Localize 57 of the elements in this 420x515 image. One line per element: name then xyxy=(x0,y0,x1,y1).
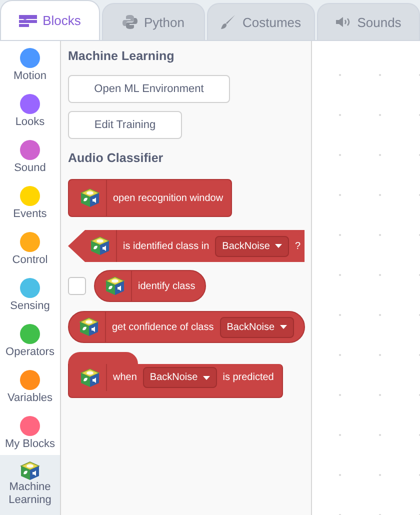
section-heading: Machine Learning xyxy=(68,49,174,63)
category-item[interactable]: Machine Learning xyxy=(0,455,60,515)
reporter-block[interactable]: identify class xyxy=(94,270,206,302)
extension-icon xyxy=(90,236,110,256)
class-dropdown[interactable]: BackNoise xyxy=(220,316,294,338)
category-label: Motion xyxy=(13,70,47,83)
block-label: when xyxy=(113,372,137,383)
extension-icon xyxy=(20,461,40,481)
block-label: get confidence of class xyxy=(112,322,214,332)
block-label: identify class xyxy=(138,280,196,292)
category-item[interactable]: Sound xyxy=(0,133,60,179)
extension-icon xyxy=(80,188,100,208)
python-icon xyxy=(122,14,138,30)
palette-button[interactable]: Open ML Environment xyxy=(68,75,230,103)
category-label: Events xyxy=(13,208,47,221)
category-label: Sensing xyxy=(10,300,50,313)
extension-icon xyxy=(80,368,100,388)
extension-icon xyxy=(79,317,99,337)
checkbox[interactable] xyxy=(68,277,86,295)
block-label: is predicted xyxy=(222,372,274,383)
category-item[interactable]: Motion xyxy=(0,41,60,87)
category-item[interactable]: Sensing xyxy=(0,271,60,317)
speaker-icon xyxy=(335,16,352,28)
reporter-block[interactable]: get confidence of class BackNoise xyxy=(68,311,305,343)
blocks-icon xyxy=(18,14,37,26)
editor-tab[interactable]: Costumes xyxy=(207,3,314,40)
editor-tab[interactable]: Blocks xyxy=(0,0,100,40)
block-label: ? xyxy=(294,240,301,252)
category-label: Looks xyxy=(15,116,45,129)
command-block[interactable]: open recognition window xyxy=(68,179,232,217)
category-label: My Blocks xyxy=(4,438,56,451)
category-label: Variables xyxy=(7,392,53,405)
caret-icon xyxy=(274,244,282,248)
category-label: Machine Learning xyxy=(8,481,52,506)
category-item[interactable]: Events xyxy=(0,179,60,225)
category-item[interactable]: Looks xyxy=(0,87,60,133)
class-dropdown[interactable]: BackNoise xyxy=(142,367,217,388)
category-label: Operators xyxy=(6,346,54,359)
category-label: Control xyxy=(12,254,48,267)
caret-icon xyxy=(280,325,287,329)
palette-button[interactable]: Edit Training xyxy=(68,111,182,139)
category-item[interactable]: Operators xyxy=(0,317,60,363)
caret-icon xyxy=(202,376,210,380)
section-heading: Audio Classifier xyxy=(68,151,164,165)
editor-tab[interactable]: Python xyxy=(102,3,206,40)
category-item[interactable]: My Blocks xyxy=(0,409,60,455)
editor-tab[interactable]: Sounds xyxy=(316,3,420,40)
category-item[interactable]: Control xyxy=(0,225,60,271)
brush-icon xyxy=(220,14,236,30)
category-item[interactable]: Variables xyxy=(0,363,60,409)
boolean-block[interactable]: is identified class in BackNoise ? xyxy=(68,230,305,262)
block-label: open recognition window xyxy=(113,192,224,204)
class-dropdown[interactable]: BackNoise xyxy=(215,236,289,256)
category-label: Sound xyxy=(14,162,46,175)
script-canvas[interactable] xyxy=(311,41,420,515)
extension-icon xyxy=(105,276,125,296)
block-label: is identified class in xyxy=(123,240,210,252)
